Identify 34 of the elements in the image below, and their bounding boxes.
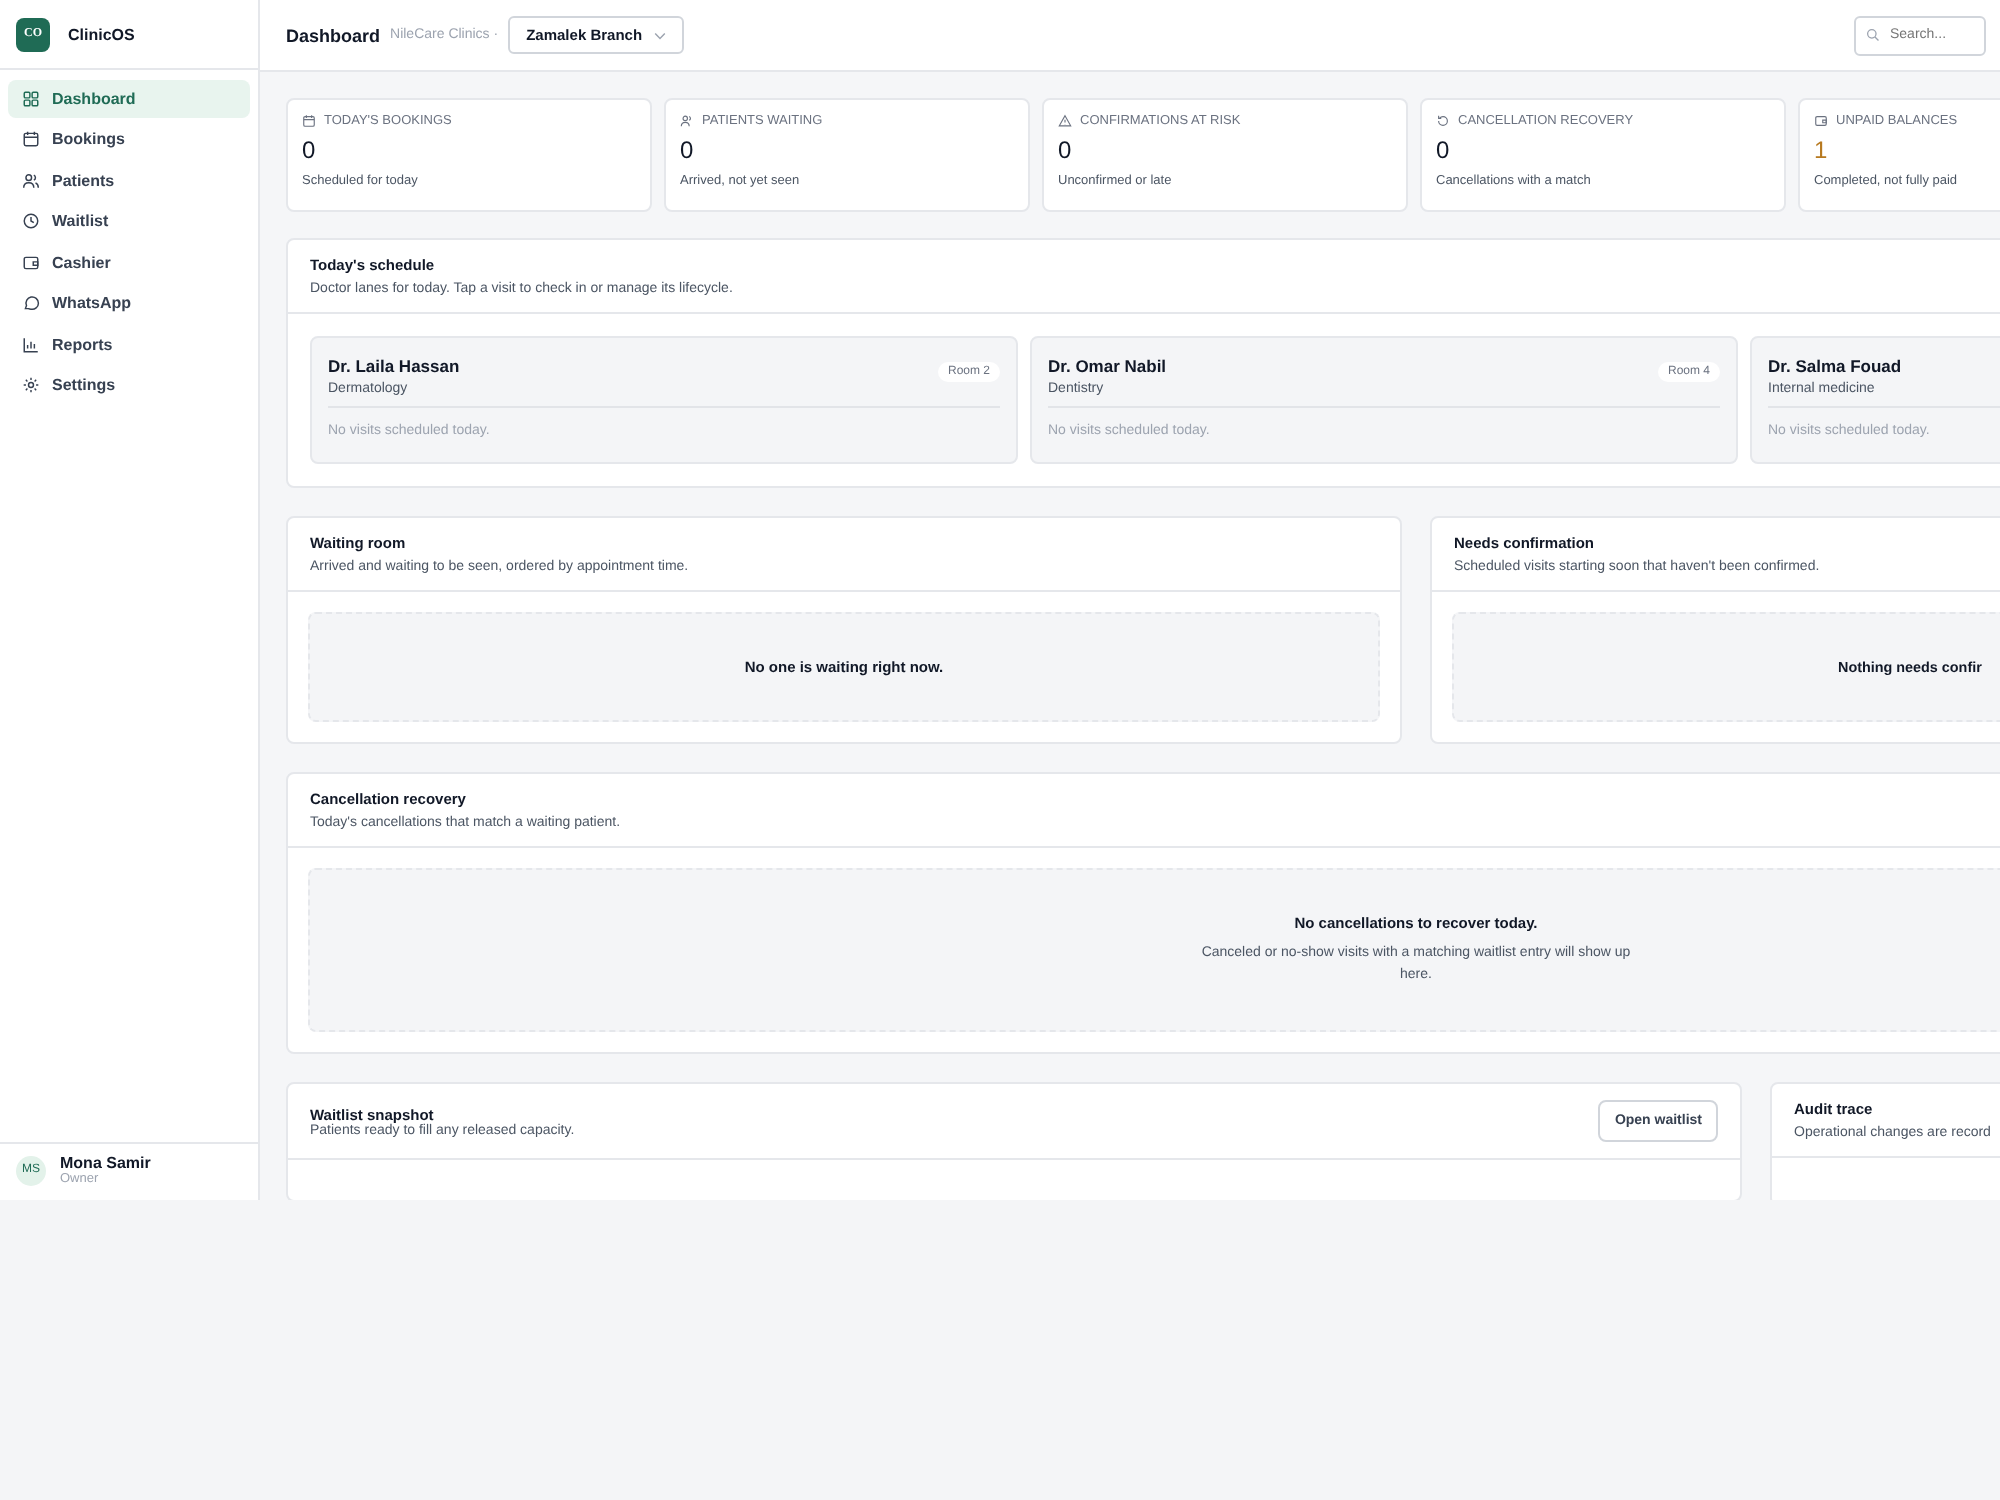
doctor-name: Dr. Laila Hassan <box>328 356 460 376</box>
sidebar-item[interactable]: Cashier <box>8 244 250 281</box>
wallet-icon <box>22 253 40 272</box>
bar-chart-icon <box>22 335 40 354</box>
stat-value: 0 <box>680 136 696 164</box>
stat-value: 0 <box>302 136 318 164</box>
clock-icon <box>22 212 40 231</box>
page-title: Dashboard <box>286 25 381 45</box>
sidebar-item[interactable]: Settings <box>8 367 250 404</box>
grid-icon <box>22 89 40 108</box>
calendar-icon <box>302 114 316 128</box>
settings-icon <box>22 376 40 395</box>
doctor-name: Dr. Omar Nabil <box>1048 356 1167 376</box>
chat-bubble-icon <box>22 294 40 313</box>
search-icon <box>1866 27 1880 41</box>
stat-value: 0 <box>1058 136 1074 164</box>
sidebar-item[interactable]: Waitlist <box>8 203 250 240</box>
caret-icon <box>654 31 667 39</box>
stat-value: 1 <box>1814 136 1830 164</box>
sidebar-item[interactable]: Bookings <box>8 121 250 158</box>
app-name: ClinicOS <box>68 25 135 43</box>
sidebar-item[interactable]: Patients <box>8 162 250 199</box>
stat-value: 0 <box>1436 136 1452 164</box>
user-name: Mona Samir <box>60 1154 151 1172</box>
sidebar-item[interactable]: Dashboard <box>8 80 250 117</box>
calendar-icon <box>22 130 40 149</box>
users-icon <box>22 171 40 190</box>
sidebar-item[interactable]: WhatsApp <box>8 285 250 322</box>
rotate-icon <box>1436 114 1450 128</box>
wallet-icon <box>1814 114 1828 128</box>
sidebar-item[interactable]: Reports <box>8 326 250 363</box>
warning-icon <box>1058 114 1072 128</box>
users-icon <box>680 114 694 128</box>
doctor-name: Dr. Salma Fouad <box>1768 356 1902 376</box>
